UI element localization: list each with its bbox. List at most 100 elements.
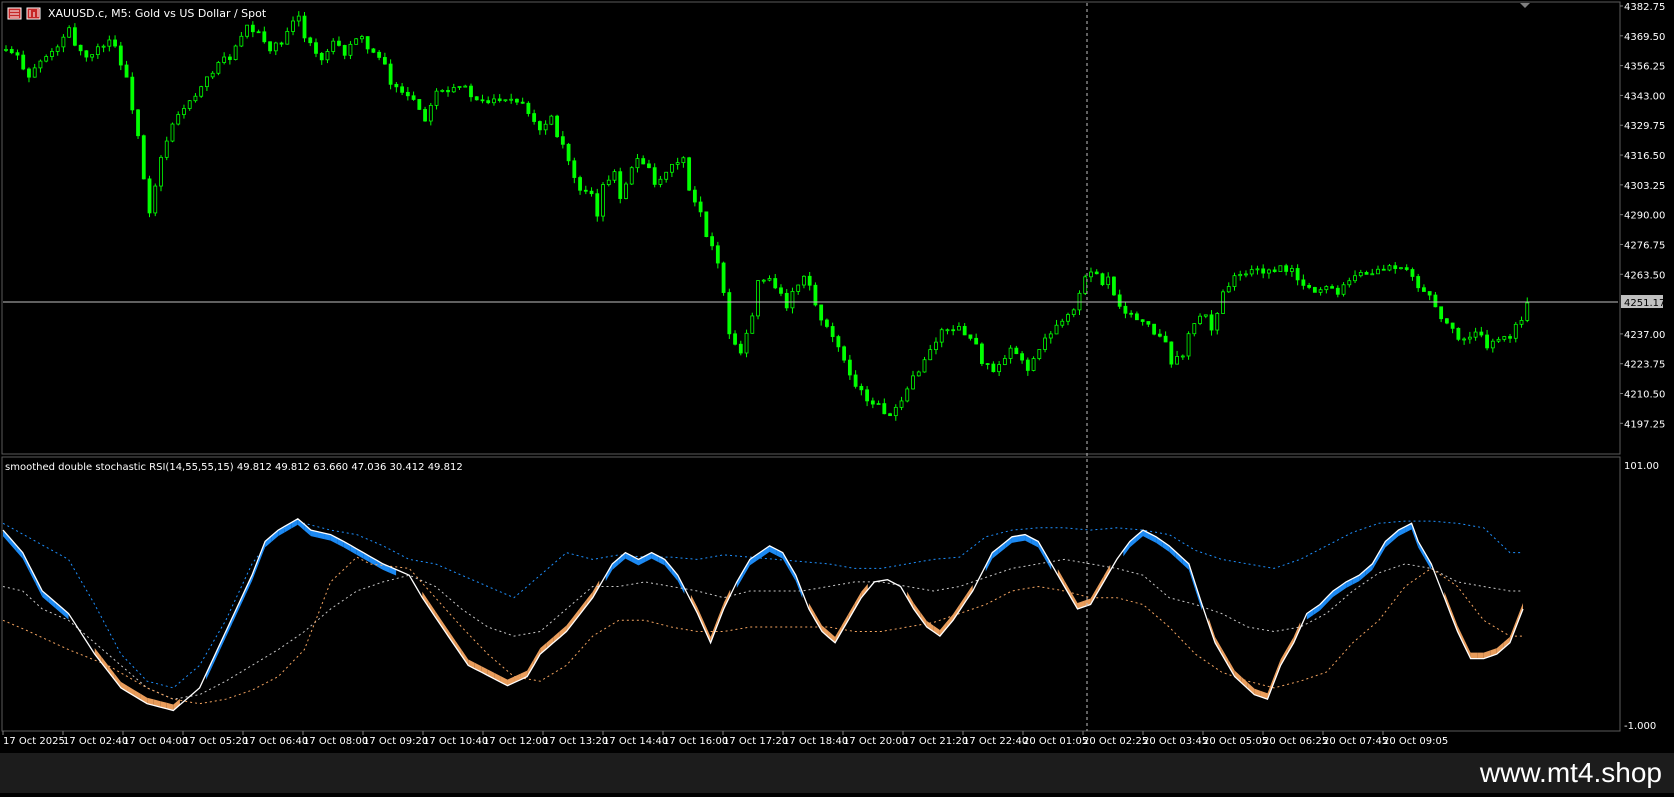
candle-body <box>847 359 852 376</box>
chart-svg[interactable]: XAUUSD.c, M5: Gold vs US Dollar / Spot s… <box>0 0 1674 793</box>
candle-body <box>1490 340 1495 349</box>
time-tick-label: 17 Oct 18:40 <box>783 736 848 747</box>
candle-body <box>698 201 703 213</box>
candle-body <box>27 68 31 78</box>
candle-body <box>1335 287 1340 295</box>
candle-body <box>1249 269 1254 275</box>
candle-body <box>55 46 60 52</box>
candle-body <box>1152 323 1157 335</box>
candle-body <box>1462 338 1467 341</box>
candle-body <box>957 325 961 331</box>
candle-body <box>1295 268 1300 281</box>
candle-body <box>1439 306 1444 320</box>
candle-body <box>1364 272 1369 275</box>
candle-body <box>1255 268 1260 271</box>
candle-body <box>1066 314 1070 322</box>
candle-body <box>1422 287 1426 292</box>
time-tick-label: 17 Oct 13:20 <box>543 736 608 747</box>
candle-body <box>578 177 582 191</box>
candle-body <box>1450 322 1455 329</box>
candle-body <box>457 86 462 88</box>
candle-body <box>440 89 445 92</box>
price-tick-label: 4356.25 <box>1624 62 1665 73</box>
candle-body <box>428 104 433 122</box>
candle-body <box>497 98 502 101</box>
candle-body <box>537 121 542 131</box>
candle-body <box>1525 302 1530 321</box>
candle-body <box>859 385 864 391</box>
candle-body <box>118 45 123 66</box>
time-tick-label: 17 Oct 12:00 <box>483 736 548 747</box>
candle-body <box>974 337 979 345</box>
candle-body <box>1513 323 1518 339</box>
candle-body <box>1043 337 1047 350</box>
price-tick-label: 4303.25 <box>1624 181 1665 192</box>
price-tick-label: 4263.50 <box>1624 270 1665 281</box>
candle-body <box>870 400 875 405</box>
candle-body <box>1324 286 1329 291</box>
candle-body <box>1307 284 1312 288</box>
candle-body <box>382 57 387 65</box>
candle-body <box>1134 313 1139 321</box>
candle-body <box>423 109 427 122</box>
candle-body <box>1272 269 1277 272</box>
candle-body <box>618 171 623 199</box>
candle-body <box>997 364 1002 373</box>
candle-body <box>273 42 278 52</box>
candle-body <box>1519 320 1524 325</box>
candle-body <box>331 40 336 52</box>
candle-body <box>756 280 760 317</box>
candle-body <box>1278 265 1283 272</box>
current-price-label: 4251.17 <box>1624 298 1665 309</box>
candle-body <box>411 95 416 100</box>
time-tick-label: 20 Oct 09:05 <box>1383 736 1448 747</box>
chart-window[interactable]: XAUUSD.c, M5: Gold vs US Dollar / Spot s… <box>0 0 1674 793</box>
candle-body <box>572 160 577 178</box>
indicator-title: smoothed double stochastic RSI(14,55,55,… <box>5 462 463 473</box>
candle-body <box>15 52 20 56</box>
candle-body <box>308 37 313 44</box>
candle-body <box>342 45 347 56</box>
candle-body <box>227 56 232 60</box>
candle-body <box>492 98 496 104</box>
candle-body <box>532 113 537 122</box>
candle-body <box>1083 276 1088 294</box>
candle-body <box>767 278 772 281</box>
candle-body <box>1444 318 1449 324</box>
candle-body <box>279 42 284 45</box>
candle-body <box>113 39 117 47</box>
candle-body <box>836 336 841 348</box>
candle-body <box>394 83 399 88</box>
symbol-icon[interactable] <box>26 7 41 20</box>
candle-body <box>90 54 95 58</box>
candle-body <box>319 52 324 61</box>
candle-body <box>469 85 473 98</box>
candle-body <box>773 278 778 289</box>
candle-body <box>474 96 479 101</box>
candle-body <box>193 95 198 102</box>
candle-body <box>222 56 227 63</box>
candle-body <box>802 275 806 286</box>
candle-body <box>1094 271 1099 275</box>
candle-body <box>830 326 835 337</box>
candle-body <box>296 15 301 22</box>
candle-body <box>1157 333 1162 337</box>
price-tick-label: 4316.50 <box>1624 151 1665 162</box>
candle-body <box>842 346 847 361</box>
time-tick-label: 20 Oct 05:05 <box>1203 736 1268 747</box>
candle-body <box>170 123 175 142</box>
candle-body <box>245 24 250 37</box>
footer-bar <box>0 753 1674 793</box>
candle-body <box>1318 289 1323 293</box>
chart-menu-icon[interactable] <box>7 7 22 20</box>
candle-body <box>124 64 129 78</box>
candle-body <box>337 40 341 46</box>
candle-body <box>1267 269 1271 274</box>
candle-body <box>922 359 927 373</box>
candle-body <box>1353 275 1357 282</box>
candle-body <box>136 109 140 137</box>
candle-body <box>1502 336 1507 340</box>
candle-body <box>1106 276 1111 286</box>
candle-body <box>1238 273 1243 277</box>
candle-body <box>434 90 439 106</box>
